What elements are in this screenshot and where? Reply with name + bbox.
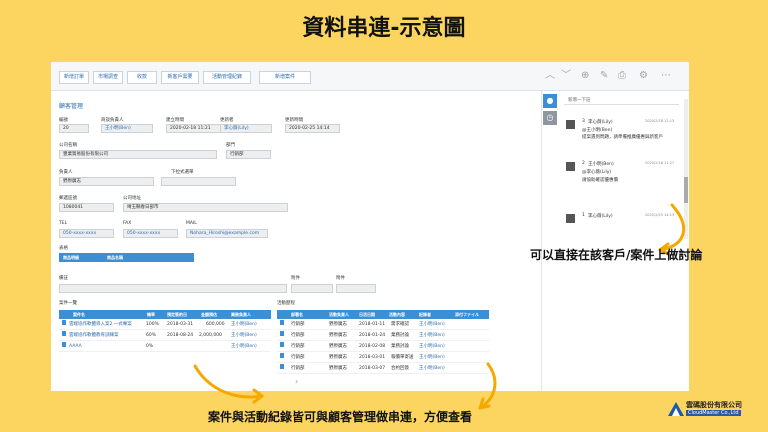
callout-bottom: 案件與活動紀錄皆可與顧客管理做串連，方便查看 bbox=[208, 410, 473, 424]
annotation-arrows bbox=[193, 203, 686, 410]
company-logo: 雲碼股份有限公司 CloudMaster Co.,Ltd bbox=[664, 398, 764, 428]
logo-mark-icon bbox=[668, 402, 684, 416]
logo-subtitle: CloudMaster Co.,Ltd bbox=[686, 410, 741, 416]
callout-right: 可以直接在該客戶/案件上做討論 bbox=[530, 248, 703, 262]
logo-name: 雲碼股份有限公司 bbox=[686, 401, 742, 409]
